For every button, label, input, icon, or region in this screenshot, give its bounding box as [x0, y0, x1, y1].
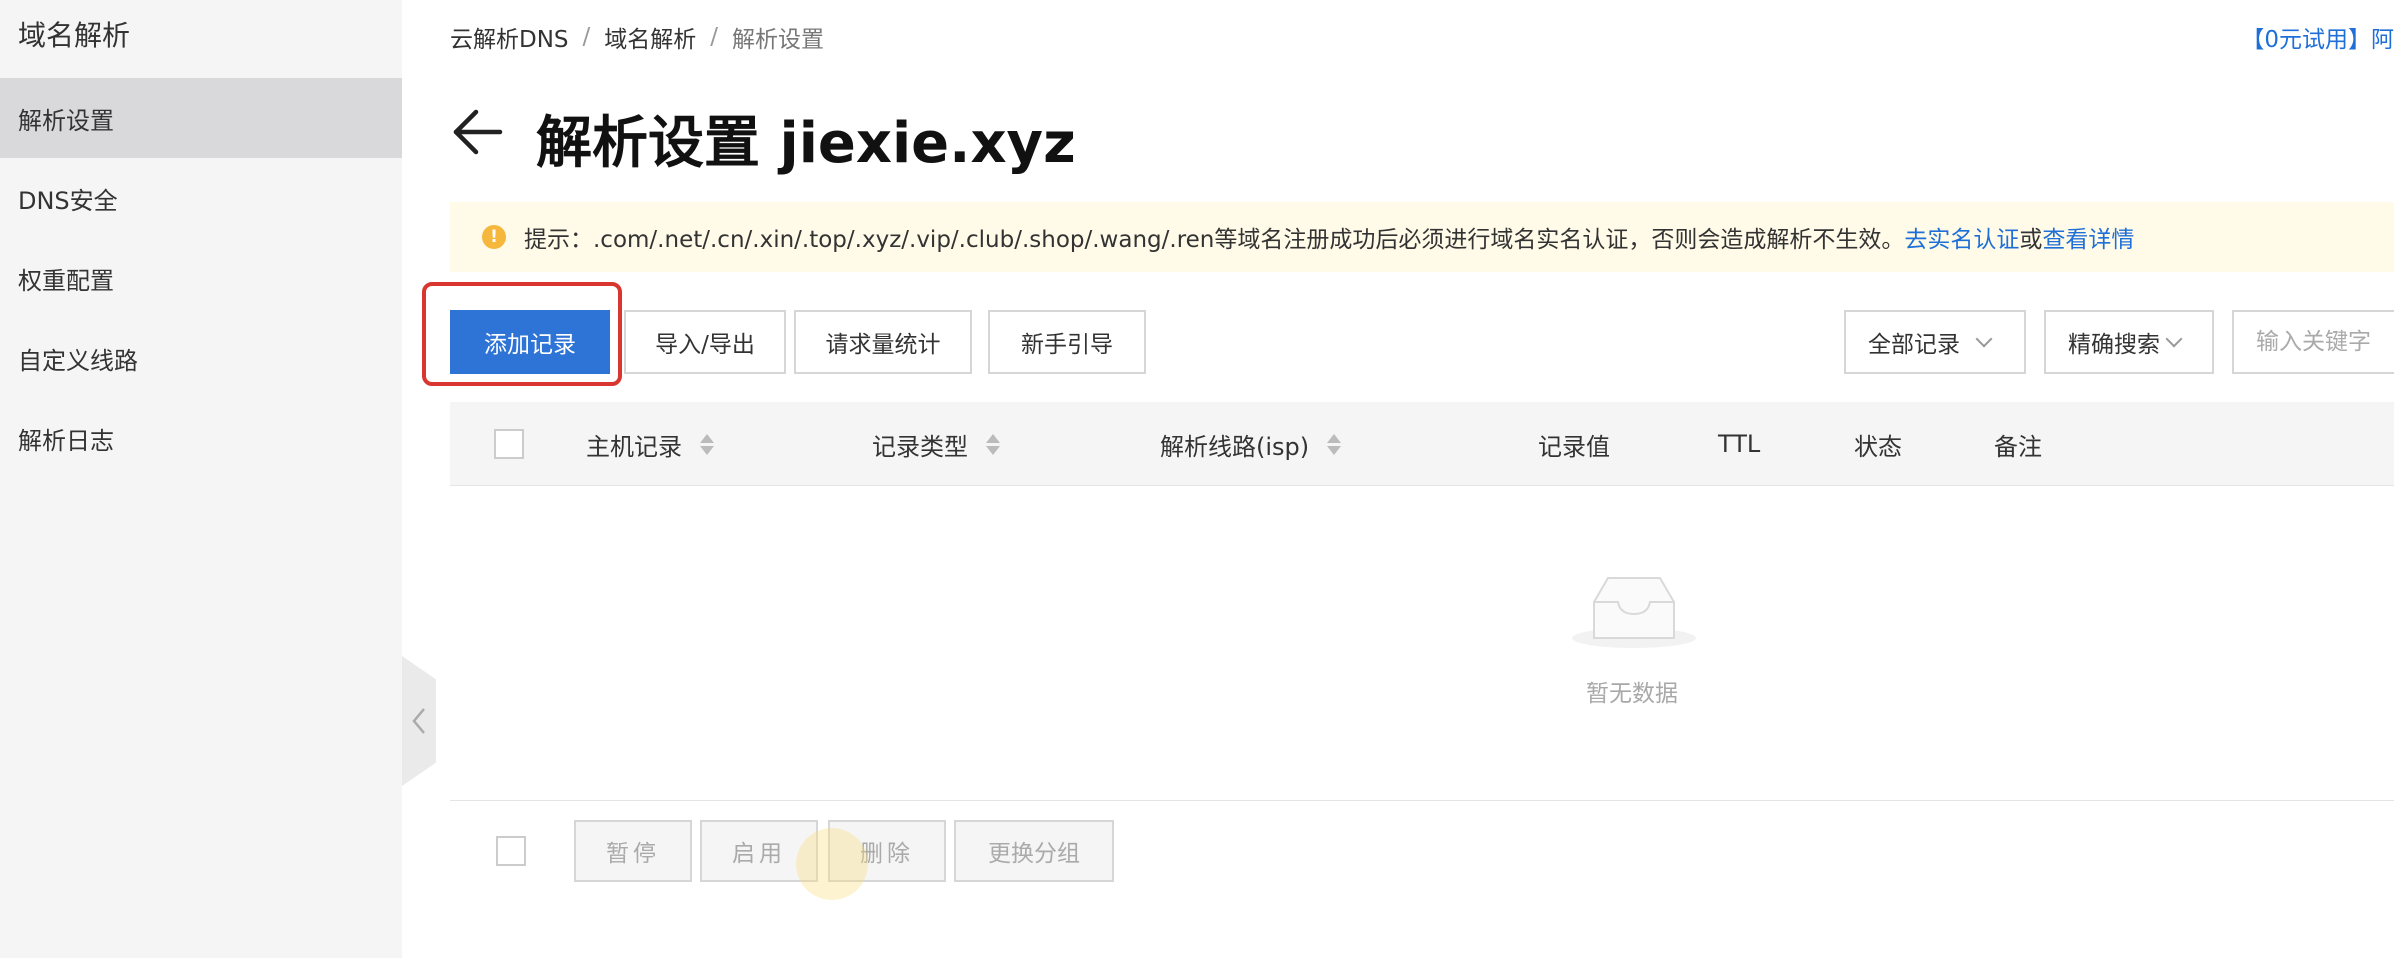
notice-banner: ! 提示：.com/.net/.cn/.xin/.top/.xyz/.vip/.… [450, 202, 2394, 272]
table-header: 主机记录 记录类型 解析线路(isp) 记录值 TTL 状态 备注 [450, 402, 2394, 486]
column-label: 状态 [1854, 432, 1902, 461]
keyword-search-input[interactable] [2232, 310, 2394, 374]
enable-button[interactable]: 启用 [700, 820, 818, 882]
page-title: 解析设置 jiexie.xyz [536, 111, 1076, 176]
column-resolve-line[interactable]: 解析线路(isp) [1160, 402, 1342, 486]
column-record-value: 记录值 [1538, 402, 1610, 486]
column-label: 备注 [1994, 432, 2042, 461]
breadcrumb-item-domain-resolve[interactable]: 域名解析 [604, 20, 696, 54]
notice-text: 提示：.com/.net/.cn/.xin/.top/.xyz/.vip/.cl… [524, 227, 1905, 253]
column-label: 解析线路(isp) [1160, 432, 1310, 461]
sidebar-item-label: DNS安全 [18, 186, 118, 215]
column-label: 主机记录 [586, 432, 682, 461]
bulk-select-checkbox[interactable] [496, 836, 526, 866]
sort-icon[interactable] [1327, 433, 1342, 455]
delete-button[interactable]: 删除 [828, 820, 946, 882]
sidebar-item-weight-config[interactable]: 权重配置 [0, 238, 402, 318]
column-host-record[interactable]: 主机记录 [586, 402, 714, 486]
sort-icon[interactable] [700, 433, 714, 455]
arrow-left-icon [453, 109, 503, 155]
sidebar-item-dns-security[interactable]: DNS安全 [0, 158, 402, 238]
sidebar-title: 域名解析 [18, 19, 131, 52]
notice-connector: 或 [2019, 227, 2043, 253]
sidebar: 域名解析 解析设置 DNS安全 权重配置 自定义线路 解析日志 [0, 0, 402, 958]
table-footer-divider [450, 800, 2394, 801]
breadcrumb-separator: / [710, 24, 719, 50]
select-all-checkbox[interactable] [494, 429, 524, 459]
sidebar-item-label: 权重配置 [18, 266, 114, 295]
sidebar-collapse-button[interactable] [402, 656, 436, 786]
search-mode-value: 精确搜索 [2068, 332, 2160, 358]
column-record-type[interactable]: 记录类型 [872, 402, 1000, 486]
record-filter-select[interactable]: 全部记录 [1844, 310, 2026, 374]
chevron-down-icon [2165, 330, 2183, 348]
free-trial-link[interactable]: 【0元试用】阿 [2241, 20, 2394, 54]
verify-realname-link[interactable]: 去实名认证 [1904, 220, 2019, 254]
view-details-link[interactable]: 查看详情 [2042, 220, 2134, 254]
sidebar-item-label: 解析设置 [18, 106, 114, 135]
empty-state-text: 暂无数据 [1586, 681, 1678, 707]
sidebar-item-resolve-log[interactable]: 解析日志 [0, 398, 402, 478]
request-stats-button[interactable]: 请求量统计 [794, 310, 972, 374]
record-filter-value: 全部记录 [1868, 332, 1960, 358]
breadcrumb-item-cloud-dns[interactable]: 云解析DNS [450, 20, 569, 54]
info-icon: ! [482, 225, 506, 249]
column-label: 记录值 [1538, 432, 1610, 461]
column-status: 状态 [1854, 402, 1902, 486]
chevron-down-icon [1975, 330, 1993, 348]
chevron-left-icon [412, 708, 425, 734]
column-label: 记录类型 [872, 432, 968, 461]
column-label: TTL [1718, 430, 1761, 458]
column-ttl: TTL [1718, 402, 1760, 486]
add-record-button[interactable]: 添加记录 [450, 310, 610, 374]
pause-button[interactable]: 暂停 [574, 820, 692, 882]
breadcrumb-item-current: 解析设置 [732, 27, 825, 53]
breadcrumb-separator: / [582, 24, 591, 50]
column-remark: 备注 [1994, 402, 2042, 486]
empty-inbox-icon [1572, 577, 1696, 648]
sidebar-item-label: 解析日志 [18, 426, 114, 455]
change-group-button[interactable]: 更换分组 [954, 820, 1114, 882]
breadcrumb: 云解析DNS / 域名解析 / 解析设置 [450, 20, 824, 54]
import-export-button[interactable]: 导入/导出 [624, 310, 786, 374]
sidebar-item-label: 自定义线路 [18, 346, 138, 375]
sort-icon[interactable] [986, 433, 1000, 455]
back-button[interactable] [450, 104, 506, 160]
sidebar-item-custom-lines[interactable]: 自定义线路 [0, 318, 402, 398]
search-mode-select[interactable]: 精确搜索 [2044, 310, 2214, 374]
guide-button[interactable]: 新手引导 [988, 310, 1146, 374]
sidebar-item-resolve-settings[interactable]: 解析设置 [0, 78, 402, 158]
